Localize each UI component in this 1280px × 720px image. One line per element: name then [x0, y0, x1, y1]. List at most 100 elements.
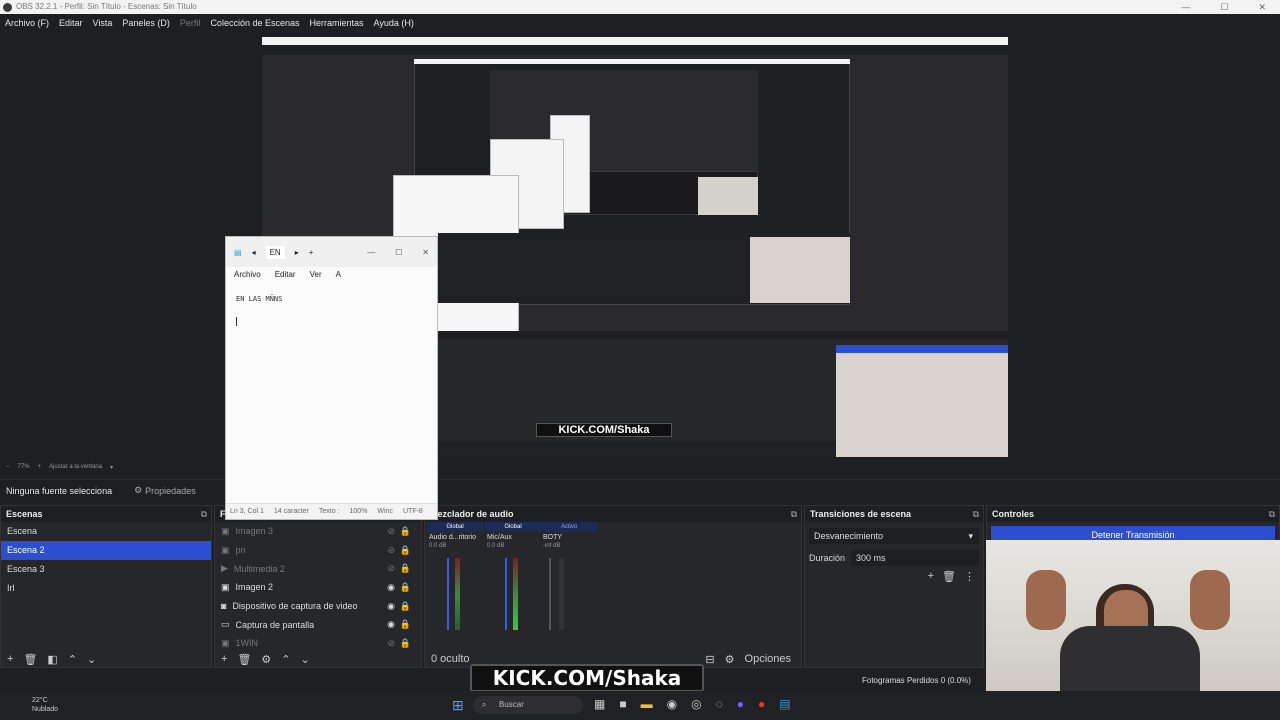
lock-icon[interactable]: 🔒: [400, 638, 411, 649]
eye-icon[interactable]: ◉: [387, 582, 395, 593]
properties-button[interactable]: ⚙ Propiedades: [134, 485, 196, 496]
channel-name[interactable]: Audio d...ritorio: [427, 532, 483, 543]
folder-icon[interactable]: ▬: [641, 697, 653, 711]
eye-hidden-icon[interactable]: ⊘: [387, 638, 395, 649]
taskbar-app-icon[interactable]: ◎: [691, 697, 701, 711]
notepad-taskbar-icon[interactable]: ▤: [779, 697, 790, 711]
add-transition-icon[interactable]: +: [928, 570, 934, 583]
source-item[interactable]: ▶ Multimedia 2 ⊘ 🔒: [215, 559, 421, 578]
undock-icon[interactable]: ⧉: [201, 506, 207, 522]
taskbar-app-icon[interactable]: ◉: [667, 697, 677, 711]
move-up-icon[interactable]: ⌃: [281, 653, 290, 666]
move-up-icon[interactable]: ⌃: [68, 653, 77, 666]
maximize-icon[interactable]: ☐: [1220, 0, 1228, 14]
notepad-text-area[interactable]: EN LAS MÑNS: [226, 281, 437, 326]
taskbar-search[interactable]: ⌕ Buscar: [473, 696, 583, 714]
eye-icon[interactable]: ◉: [387, 619, 395, 630]
duration-label: Duración: [809, 553, 846, 563]
gear-icon[interactable]: ⚙: [261, 653, 271, 666]
audio-meter: [559, 558, 564, 630]
source-item[interactable]: ▣ pn ⊘ 🔒: [215, 541, 421, 560]
channel-name[interactable]: BOTY: [541, 532, 597, 543]
volume-slider[interactable]: [505, 558, 507, 630]
notepad-tab[interactable]: EN: [265, 245, 285, 259]
zoom-in-button[interactable]: +: [38, 464, 42, 470]
audio-mixer-dock: Mezclador de audio ⧉ Global Audio d...rit…: [424, 505, 802, 668]
undock-icon[interactable]: ⧉: [1269, 506, 1275, 522]
zoom-fit-button[interactable]: Ajustar a la ventana: [49, 464, 102, 470]
scene-item[interactable]: Escena 3: [1, 560, 211, 579]
volume-slider[interactable]: [549, 558, 551, 630]
lock-icon[interactable]: 🔒: [400, 526, 411, 537]
source-item[interactable]: ▣ Imagen 3 ⊘ 🔒: [215, 522, 421, 541]
close-icon[interactable]: ✕: [422, 248, 429, 257]
notepad-menu-file[interactable]: Archivo: [234, 270, 261, 279]
lock-icon[interactable]: 🔒: [400, 563, 411, 574]
scene-item[interactable]: Escena: [1, 522, 211, 541]
back-icon[interactable]: ◂: [252, 248, 256, 257]
filter-icon[interactable]: ◧: [47, 653, 57, 666]
source-item[interactable]: ▣ 1WIN ⊘ 🔒: [215, 634, 421, 653]
notepad-menu-edit[interactable]: Editar: [275, 270, 296, 279]
add-source-icon[interactable]: +: [221, 653, 227, 665]
eye-hidden-icon[interactable]: ⊘: [387, 526, 395, 537]
forward-icon[interactable]: ▸: [295, 248, 299, 257]
menu-docks[interactable]: Paneles (D): [122, 18, 170, 28]
camera-icon: ◙: [221, 601, 227, 612]
eye-icon[interactable]: ◉: [387, 601, 395, 612]
chevron-down-icon[interactable]: ▾: [110, 464, 113, 471]
volume-slider[interactable]: [447, 558, 449, 630]
maximize-icon[interactable]: ☐: [395, 248, 402, 257]
notepad-window[interactable]: ▤ ◂ EN ▸ + — ☐ ✕ Archivo Editar Ver A EN…: [225, 236, 438, 520]
lock-icon[interactable]: 🔒: [400, 582, 411, 593]
mixer-options-button[interactable]: Opciones: [745, 653, 791, 666]
channel-name[interactable]: Mic/Aux: [485, 532, 541, 543]
lock-icon[interactable]: 🔒: [400, 619, 411, 630]
notepad-menu-view[interactable]: Ver: [310, 270, 322, 279]
source-item[interactable]: ◙ Dispositivo de captura de video ◉ 🔒: [215, 597, 421, 616]
minimize-icon[interactable]: —: [1181, 0, 1190, 14]
eye-hidden-icon[interactable]: ⊘: [387, 545, 395, 556]
gear-icon[interactable]: ⚙: [725, 653, 735, 666]
eye-hidden-icon[interactable]: ⊘: [387, 563, 395, 574]
obs-taskbar-icon[interactable]: ●: [758, 697, 765, 711]
chat-icon[interactable]: ●: [737, 697, 744, 711]
windows-start-icon[interactable]: ⊞: [452, 697, 464, 714]
scene-item[interactable]: Irl: [1, 579, 211, 598]
remove-scene-icon[interactable]: 🗑: [23, 653, 37, 666]
menu-edit[interactable]: Editar: [59, 18, 83, 28]
menu-view[interactable]: Vista: [93, 18, 113, 28]
remove-source-icon[interactable]: 🗑: [237, 653, 251, 666]
controls-title: Controles: [992, 509, 1035, 519]
undock-icon[interactable]: ⧉: [791, 506, 797, 522]
menu-help[interactable]: Ayuda (H): [374, 18, 414, 28]
more-options-icon[interactable]: ⋮: [964, 570, 975, 583]
duration-input[interactable]: 300 ms: [851, 550, 979, 566]
add-scene-icon[interactable]: +: [7, 653, 13, 665]
move-down-icon[interactable]: ⌄: [301, 653, 310, 666]
menu-tools[interactable]: Herramientas: [310, 18, 364, 28]
source-item[interactable]: ▭ Captura de pantalla ◉ 🔒: [215, 615, 421, 634]
taskbar-app-icon[interactable]: ▦: [594, 697, 605, 711]
minimize-icon[interactable]: —: [367, 248, 375, 257]
transition-select[interactable]: Desvanecimiento ▾: [809, 528, 979, 544]
weather-widget[interactable]: 22°C Nublado: [12, 696, 58, 714]
scene-item-selected[interactable]: Escena 2: [1, 541, 211, 560]
lock-icon[interactable]: 🔒: [400, 601, 411, 612]
format-icon[interactable]: A: [336, 270, 341, 279]
source-item[interactable]: ▣ Imagen 2 ◉ 🔒: [215, 578, 421, 597]
menu-profile[interactable]: Perfil: [180, 18, 201, 28]
add-tab-icon[interactable]: +: [309, 248, 314, 257]
move-down-icon[interactable]: ⌄: [87, 653, 96, 666]
channel-mode: Activo: [541, 522, 597, 532]
remove-transition-icon[interactable]: 🗑: [942, 570, 956, 583]
link-icon[interactable]: ⊟: [705, 653, 714, 666]
zoom-out-button[interactable]: −: [6, 464, 10, 470]
menu-file[interactable]: Archivo (F): [5, 18, 49, 28]
lock-icon[interactable]: 🔒: [400, 545, 411, 556]
close-icon[interactable]: ✕: [1258, 0, 1266, 14]
taskbar-app-icon[interactable]: ■: [619, 697, 626, 711]
taskbar-app-icon[interactable]: ◌: [716, 697, 723, 711]
undock-icon[interactable]: ⧉: [973, 506, 979, 522]
menu-scene-collection[interactable]: Colección de Escenas: [210, 18, 299, 28]
